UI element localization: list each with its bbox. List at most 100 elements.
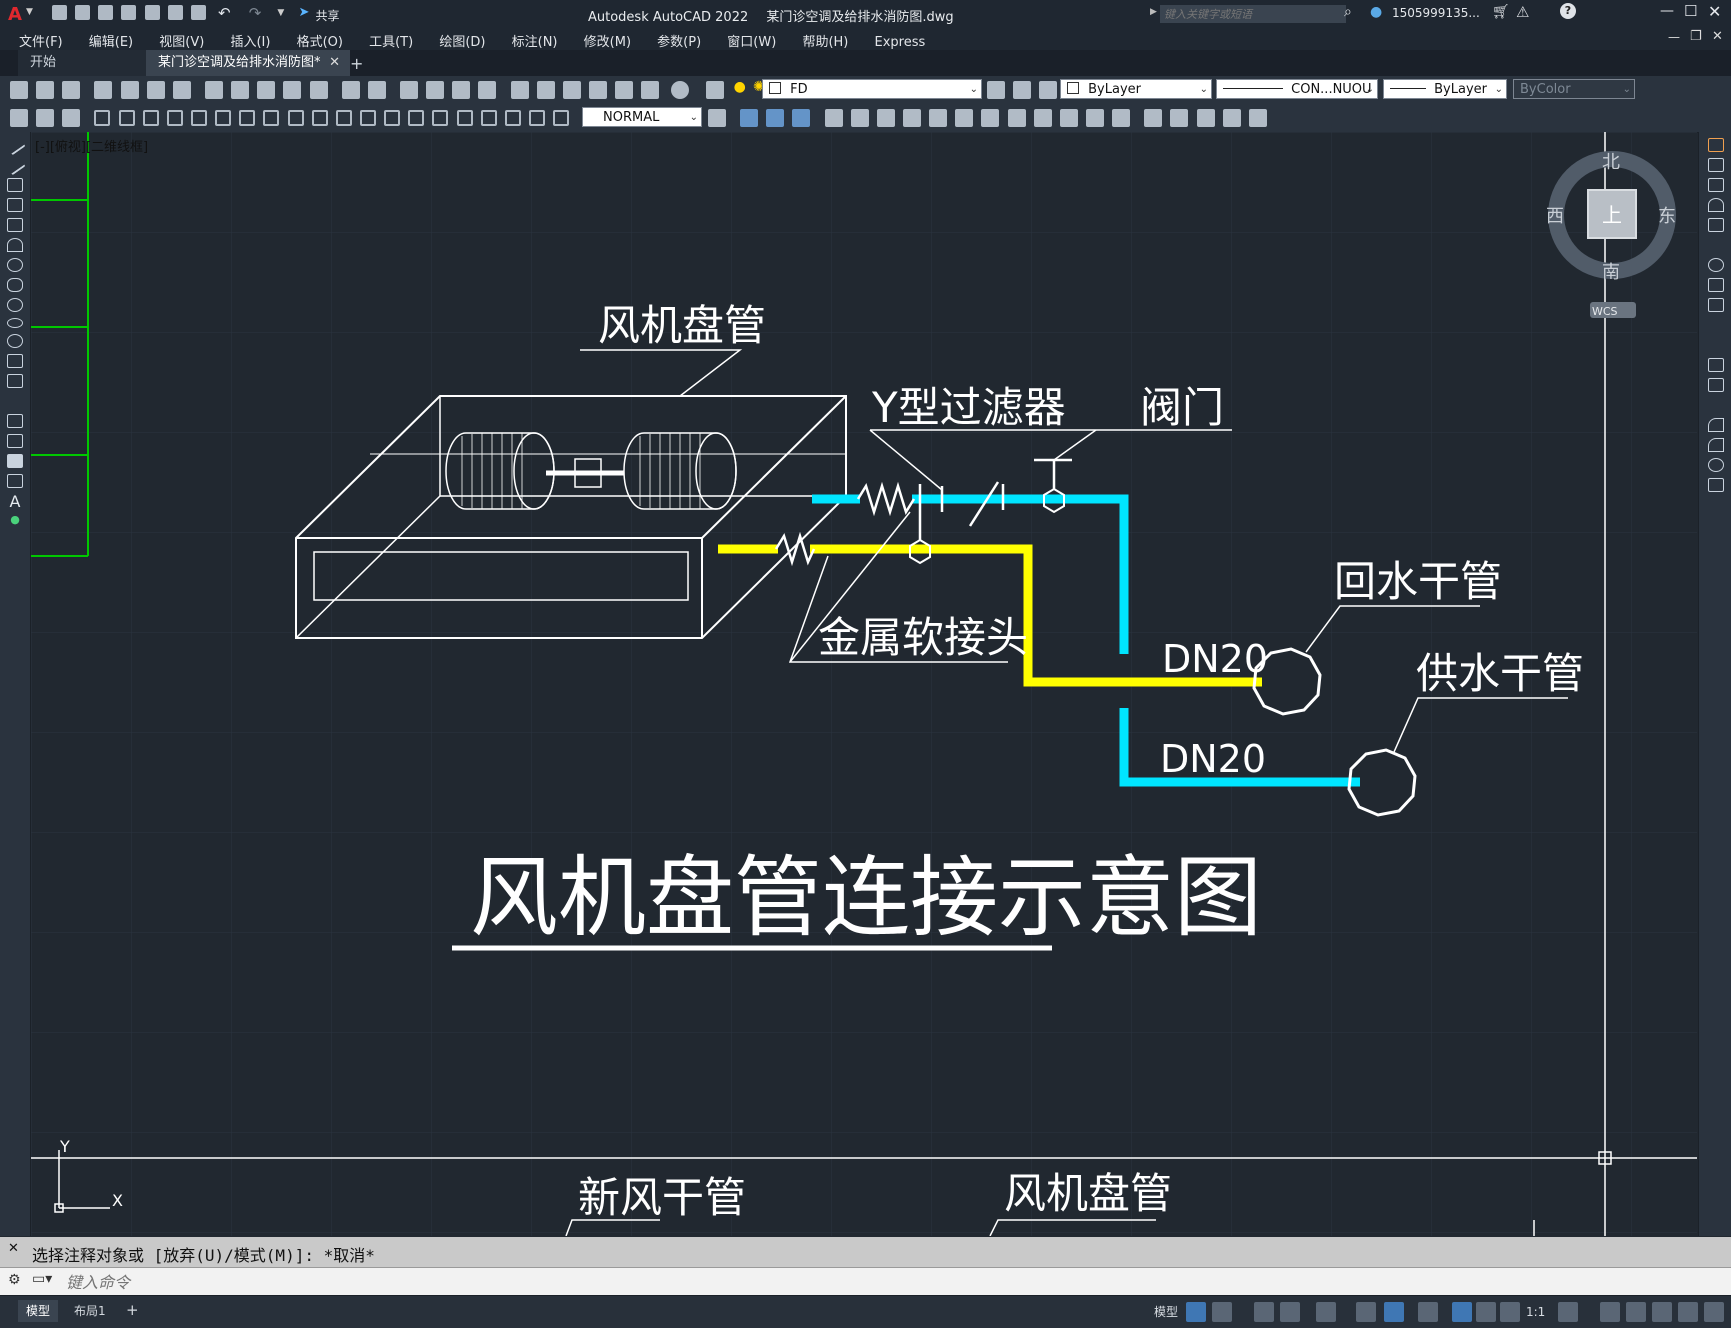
workspace-gear-icon[interactable]: [1558, 1302, 1578, 1322]
undo-toolbar-icon[interactable]: [341, 81, 360, 99]
ucs-face-icon[interactable]: [902, 109, 921, 127]
solid-union-icon[interactable]: [766, 109, 785, 127]
command-recent-icon[interactable]: ▭▾: [32, 1271, 52, 1287]
chamfer-tool-icon[interactable]: [1707, 418, 1724, 432]
auto-scale-icon[interactable]: [1476, 1302, 1496, 1322]
rectangle-tool-icon[interactable]: [7, 218, 23, 232]
dim-update-icon[interactable]: [553, 110, 570, 126]
add-layout-icon[interactable]: +: [126, 1301, 139, 1319]
ucs-world-icon[interactable]: [850, 109, 869, 127]
ellipse-arc-tool-icon[interactable]: [7, 334, 23, 348]
label-flex-joint[interactable]: 金属软接头: [818, 613, 1028, 662]
drawing-title[interactable]: 风机盘管连接示意图: [470, 846, 1262, 949]
offset-tool-icon[interactable]: [1707, 198, 1724, 212]
ucs-icon[interactable]: [824, 109, 843, 127]
label-dn-return[interactable]: DN20: [1162, 637, 1268, 681]
view-camera-icon[interactable]: [1248, 109, 1267, 127]
polygon-tool-icon[interactable]: [7, 198, 23, 212]
menu-edit[interactable]: 编辑(E): [78, 28, 144, 50]
tool-palettes-icon[interactable]: [562, 81, 581, 99]
search-expand-icon[interactable]: ▶: [1150, 7, 1157, 17]
inspection-icon[interactable]: [456, 110, 473, 126]
zoom-realtime-icon[interactable]: [426, 81, 445, 99]
3d-print-icon[interactable]: [172, 81, 191, 99]
circle-tool-icon[interactable]: [7, 258, 23, 272]
fullscreen-icon[interactable]: [1678, 1302, 1698, 1322]
menu-modify[interactable]: 修改(M): [573, 28, 642, 50]
ucs-z-icon[interactable]: [1112, 109, 1131, 127]
tolerance-icon[interactable]: [408, 110, 425, 126]
baseline-dim-icon[interactable]: [311, 110, 328, 126]
app-menu-chevron-icon[interactable]: ▼: [26, 7, 33, 17]
dim-space-icon[interactable]: [359, 110, 376, 126]
layer-iso-icon[interactable]: [36, 109, 55, 127]
plotstyle-dropdown[interactable]: ByColor ⌄: [1513, 79, 1635, 99]
snap-toggle-icon[interactable]: [1212, 1302, 1232, 1322]
plot-icon[interactable]: [190, 5, 206, 20]
menu-parametric[interactable]: 参数(P): [646, 28, 712, 50]
close-window-icon[interactable]: ✕: [1708, 2, 1721, 21]
menu-view[interactable]: 视图(V): [148, 28, 215, 50]
search-icon[interactable]: ⌕: [1344, 4, 1352, 20]
doc-restore-icon[interactable]: ❐: [1690, 29, 1702, 44]
save-icon[interactable]: [98, 5, 114, 20]
stretch-tool-icon[interactable]: [1707, 298, 1724, 312]
command-close-icon[interactable]: ✕: [8, 1241, 19, 1256]
units-icon[interactable]: [1626, 1302, 1646, 1322]
ordinate-dim-icon[interactable]: [166, 110, 183, 126]
help-toolbar-icon[interactable]: [671, 81, 690, 99]
named-views-icon[interactable]: [1144, 109, 1163, 127]
dim-text-edit-icon[interactable]: [528, 110, 545, 126]
osnap-toggle-icon[interactable]: [1384, 1302, 1404, 1322]
qnew-icon[interactable]: [10, 81, 28, 99]
view-iso-icon[interactable]: [1222, 109, 1241, 127]
arc-length-dim-icon[interactable]: [142, 110, 159, 126]
layer-state-icon[interactable]: [1039, 81, 1058, 99]
multiline-text-icon[interactable]: A: [0, 492, 30, 511]
linetype-dropdown[interactable]: CON...NUOU ⌄: [1216, 79, 1378, 99]
scale-tool-icon[interactable]: [1707, 278, 1724, 292]
ucs-x-icon[interactable]: [1059, 109, 1078, 127]
copy-icon[interactable]: [231, 81, 250, 99]
undo-icon[interactable]: ↶: [218, 4, 231, 22]
osnap-tracking-icon[interactable]: [1356, 1302, 1376, 1322]
ucs-previous-icon[interactable]: [876, 109, 895, 127]
layer-on-icon[interactable]: ●: [734, 79, 746, 95]
share-icon[interactable]: ➤: [298, 5, 309, 20]
solid-extrude-icon[interactable]: [740, 109, 759, 127]
customize-status-icon[interactable]: [1704, 1302, 1724, 1322]
tab-close-icon[interactable]: ✕: [329, 50, 340, 76]
extend-tool-icon[interactable]: [1708, 338, 1724, 352]
quick-properties-icon[interactable]: [1652, 1302, 1672, 1322]
hatch-tool-icon[interactable]: [7, 414, 23, 428]
open-icon[interactable]: [36, 81, 55, 99]
break-tool-icon[interactable]: [1707, 378, 1724, 392]
calculator-icon[interactable]: [641, 81, 660, 99]
region-tool-icon[interactable]: [7, 454, 23, 468]
blend-curves-icon[interactable]: [1707, 458, 1724, 472]
block-editor-icon[interactable]: [309, 81, 328, 99]
angular-dim-icon[interactable]: [263, 110, 280, 126]
add-selected-icon[interactable]: ●: [0, 513, 30, 526]
insert-block-icon[interactable]: [7, 354, 23, 368]
annotation-scale-icon[interactable]: [1500, 1302, 1520, 1322]
ucs-origin-icon[interactable]: [981, 109, 1000, 127]
compass-north[interactable]: 北: [1602, 152, 1620, 173]
help-search-input[interactable]: [1160, 5, 1346, 23]
diameter-dim-icon[interactable]: [239, 110, 256, 126]
label-fcu-bottom[interactable]: 风机盘管: [1004, 1169, 1172, 1218]
label-supply-main[interactable]: 供水干管: [1416, 649, 1584, 698]
publish-icon[interactable]: [146, 81, 165, 99]
array-tool-icon[interactable]: [1707, 218, 1724, 232]
layer-walk-icon[interactable]: [62, 109, 81, 127]
line-tool-icon[interactable]: [4, 134, 26, 156]
doc-close-icon[interactable]: ✕: [1712, 29, 1723, 44]
dimstyle-dropdown[interactable]: NORMAL ⌄: [582, 107, 702, 127]
new-file-icon[interactable]: [52, 5, 67, 20]
compass-south[interactable]: 南: [1602, 262, 1620, 283]
lineweight-dropdown[interactable]: ByLayer ⌄: [1383, 79, 1507, 99]
point-tool-icon[interactable]: [7, 394, 23, 408]
dim-break-icon[interactable]: [384, 110, 401, 126]
doc-minimize-icon[interactable]: —: [1668, 30, 1680, 44]
label-y-filter[interactable]: Y型过滤器: [871, 383, 1066, 432]
